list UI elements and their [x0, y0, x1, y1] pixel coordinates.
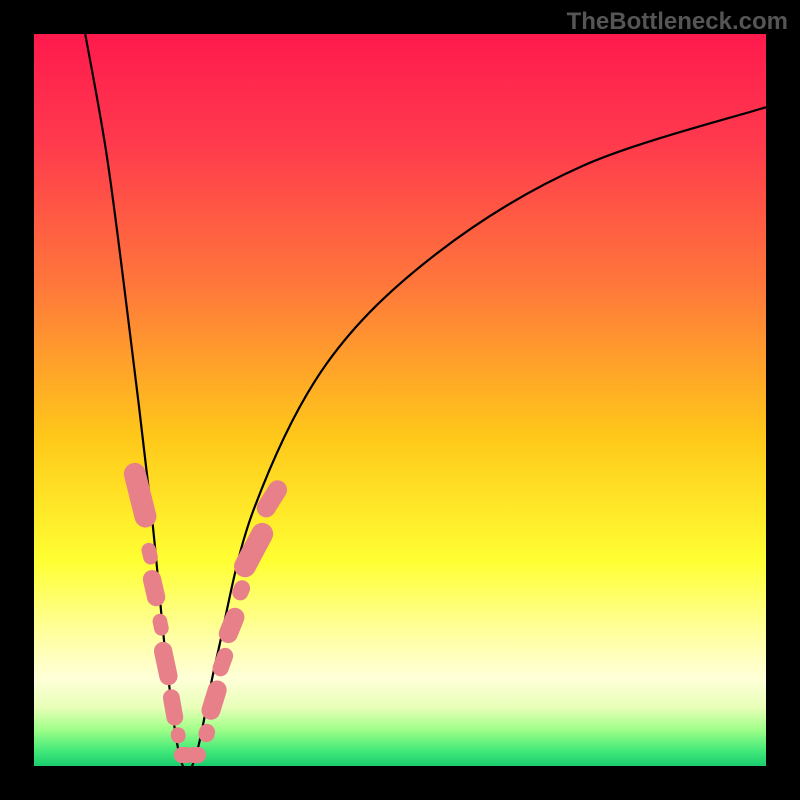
data-marker [170, 726, 187, 744]
data-marker [199, 678, 229, 722]
data-marker [141, 568, 167, 608]
data-marker [186, 747, 206, 763]
data-marker [162, 688, 185, 727]
data-marker [151, 612, 170, 637]
data-markers [122, 461, 291, 764]
curve-overlay [34, 34, 766, 766]
data-marker [230, 519, 277, 581]
watermark-text: TheBottleneck.com [567, 8, 788, 36]
data-marker [152, 640, 179, 687]
data-marker [122, 461, 159, 530]
chart-plot-area [34, 34, 766, 766]
bottleneck-curve [85, 34, 766, 766]
